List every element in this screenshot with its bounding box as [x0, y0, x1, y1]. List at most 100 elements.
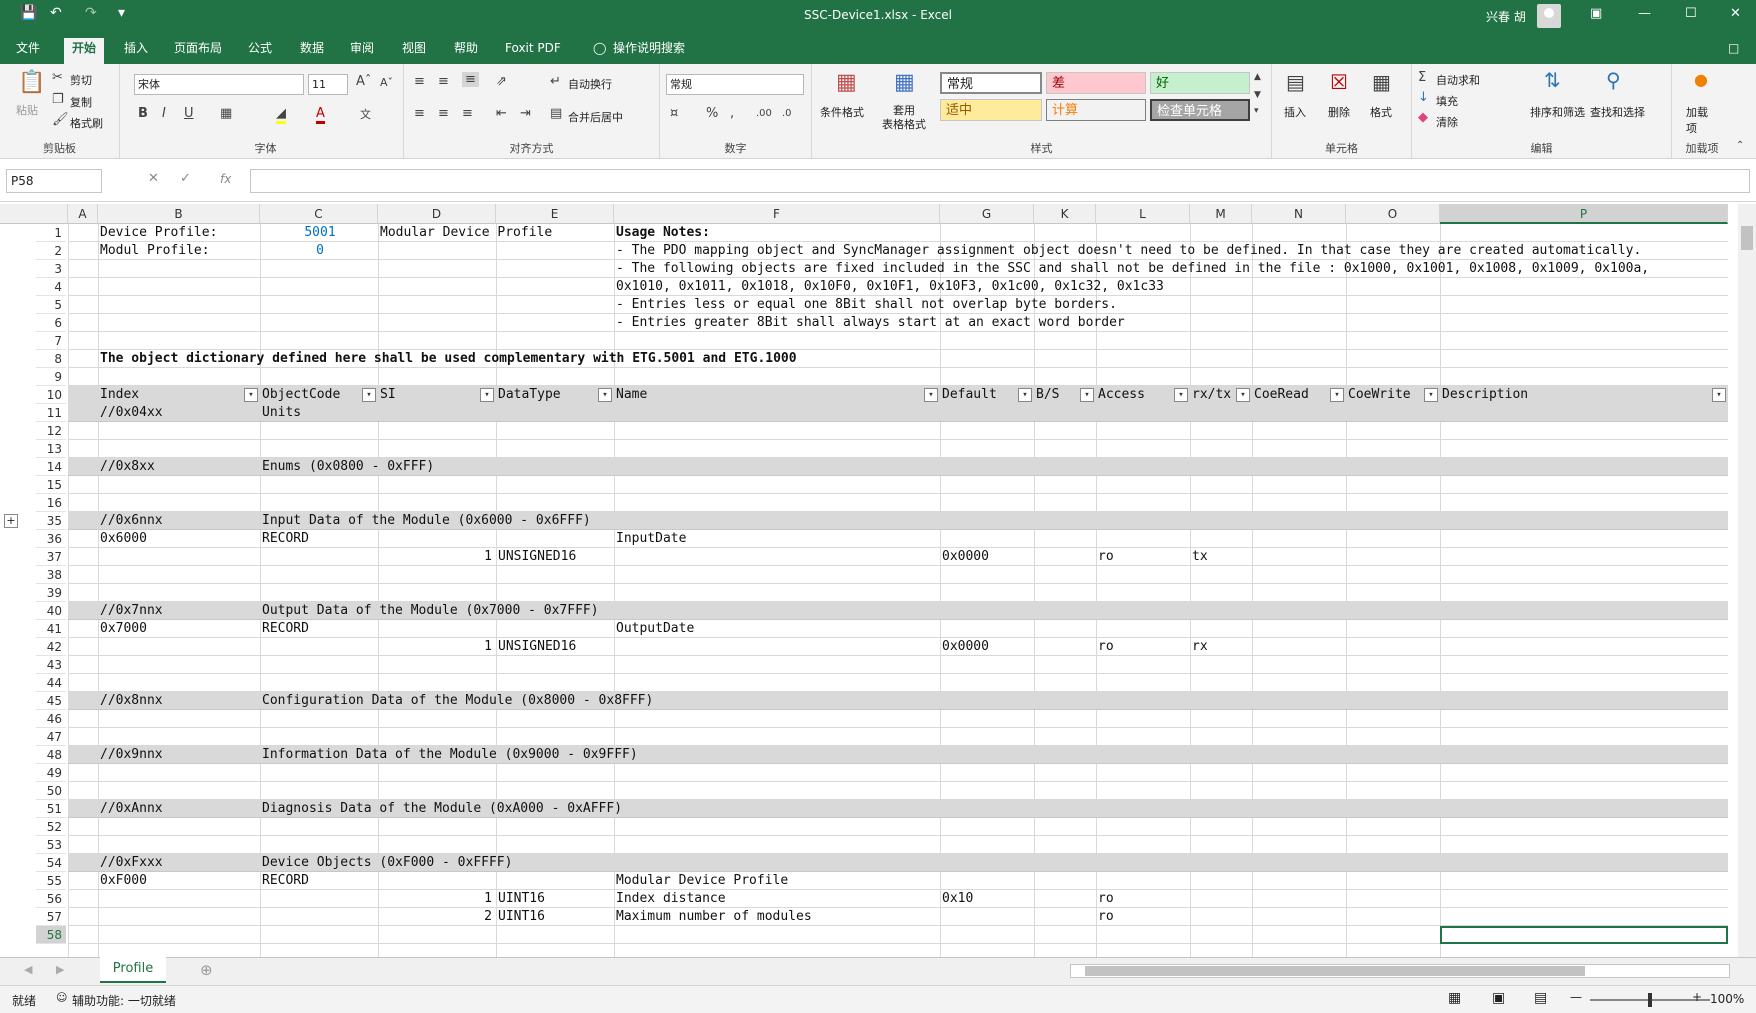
row-header-10[interactable]: 10 [36, 386, 66, 404]
style-good[interactable]: 好 [1150, 72, 1250, 94]
format-painter-icon[interactable]: 🖌 [52, 112, 69, 127]
format-as-table-icon[interactable]: ▦ [894, 70, 915, 95]
cell-f6[interactable]: - Entries greater 8Bit shall always star… [614, 314, 1125, 332]
wrap-text-icon[interactable]: ↵ [550, 74, 561, 89]
column-title-m[interactable]: rx/tx [1190, 386, 1231, 404]
decrease-font-icon[interactable]: Aˇ [380, 76, 393, 89]
row-header-38[interactable]: 38 [36, 566, 66, 584]
bold-icon[interactable]: B [138, 106, 148, 121]
column-header-a[interactable]: A [68, 204, 98, 224]
column-title-b[interactable]: Index [98, 386, 139, 404]
cell-c36[interactable]: RECORD [260, 530, 309, 548]
zoom-slider-thumb[interactable] [1648, 993, 1652, 1007]
cell-b36[interactable]: 0x6000 [98, 530, 147, 548]
format-painter-button[interactable]: 格式刷 [70, 115, 103, 131]
collapse-ribbon-icon[interactable]: ⌃ [1736, 140, 1744, 151]
cell-e42[interactable]: UNSIGNED16 [496, 638, 576, 656]
row-header-15[interactable]: 15 [36, 476, 66, 494]
row-header-37[interactable]: 37 [36, 548, 66, 566]
row-header-40[interactable]: 40 [36, 602, 66, 620]
cell-m37[interactable]: tx [1190, 548, 1208, 566]
column-title-l[interactable]: Access [1096, 386, 1145, 404]
tell-me-search[interactable]: 操作说明搜索 [605, 38, 693, 64]
insert-function-button[interactable]: fx [220, 172, 231, 186]
accounting-icon[interactable]: ¤ [670, 106, 678, 121]
cell-d57[interactable]: 2 [378, 908, 496, 926]
column-header-d[interactable]: D [378, 204, 496, 224]
cell-b8[interactable]: The object dictionary defined here shall… [98, 350, 797, 368]
cell-c51[interactable]: Diagnosis Data of the Module (0xA000 - 0… [260, 800, 622, 818]
style-bad[interactable]: 差 [1046, 72, 1146, 94]
maximize-icon[interactable]: ☐ [1685, 6, 1697, 21]
cell-l37[interactable]: ro [1096, 548, 1114, 566]
next-sheet-icon[interactable]: ▶ [56, 963, 64, 976]
page-layout-view-icon[interactable]: ▣ [1492, 990, 1505, 1006]
addin-button[interactable]: 加载项 [1686, 104, 1710, 136]
filter-dropdown-icon[interactable]: ▾ [480, 388, 494, 402]
ribbon-display-icon[interactable]: ▣ [1590, 6, 1602, 21]
cell-f1[interactable]: Usage Notes: [614, 224, 710, 242]
cell-d42[interactable]: 1 [378, 638, 496, 656]
cell-f36[interactable]: InputDate [614, 530, 686, 548]
align-top-icon[interactable]: ≡ [414, 74, 425, 89]
select-all-corner[interactable] [0, 204, 68, 224]
cell-m42[interactable]: rx [1190, 638, 1208, 656]
align-middle-icon[interactable]: ≡ [438, 74, 449, 89]
cell-b41[interactable]: 0x7000 [98, 620, 147, 638]
close-icon[interactable]: ✕ [1730, 6, 1741, 21]
autosum-button[interactable]: 自动求和 [1436, 72, 1480, 88]
selected-cell[interactable] [1440, 926, 1728, 944]
outline-expand-button[interactable]: + [4, 514, 18, 528]
cell-c2[interactable]: 0 [260, 242, 378, 260]
styles-scroll-up-icon[interactable]: ▲ [1254, 72, 1261, 82]
cell-b1[interactable]: Device Profile: [98, 224, 217, 242]
row-header-36[interactable]: 36 [36, 530, 66, 548]
cell-b48[interactable]: //0x9nnx [98, 746, 163, 764]
row-header-49[interactable]: 49 [36, 764, 66, 782]
cell-f5[interactable]: - Entries less or equal one 8Bit shall n… [614, 296, 1117, 314]
row-header-44[interactable]: 44 [36, 674, 66, 692]
percent-icon[interactable]: % [706, 106, 718, 121]
column-title-d[interactable]: SI [378, 386, 396, 404]
style-calculation[interactable]: 计算 [1046, 99, 1146, 121]
horizontal-scrollbar[interactable] [1070, 964, 1730, 978]
row-header-1[interactable]: 1 [36, 224, 66, 242]
avatar[interactable] [1537, 4, 1561, 28]
cell-e37[interactable]: UNSIGNED16 [496, 548, 576, 566]
conditional-format-button[interactable]: 条件格式 [820, 104, 864, 120]
style-normal[interactable]: 常规 [940, 72, 1042, 94]
tab-file[interactable]: 文件 [8, 38, 48, 64]
row-header-55[interactable]: 55 [36, 872, 66, 890]
filter-dropdown-icon[interactable]: ▾ [1236, 388, 1250, 402]
row-header-39[interactable]: 39 [36, 584, 66, 602]
cell-b55[interactable]: 0xF000 [98, 872, 147, 890]
merge-center-button[interactable]: 合并后居中 [568, 109, 623, 125]
cell-c45[interactable]: Configuration Data of the Module (0x8000… [260, 692, 653, 710]
column-title-e[interactable]: DataType [496, 386, 561, 404]
cell-c48[interactable]: Information Data of the Module (0x9000 -… [260, 746, 638, 764]
font-name-select[interactable]: 宋体 [134, 74, 304, 95]
insert-cells-button[interactable]: 插入 [1284, 104, 1306, 120]
filter-dropdown-icon[interactable]: ▾ [244, 388, 258, 402]
name-box[interactable]: P58 [6, 169, 102, 193]
cell-c35[interactable]: Input Data of the Module (0x6000 - 0x6FF… [260, 512, 591, 530]
row-header-54[interactable]: 54 [36, 854, 66, 872]
tab-formulas[interactable]: 公式 [240, 38, 280, 64]
row-header-16[interactable]: 16 [36, 494, 66, 512]
row-header-11[interactable]: 11 [36, 404, 66, 422]
row-header-51[interactable]: 51 [36, 800, 66, 818]
row-header-4[interactable]: 4 [36, 278, 66, 296]
cell-c40[interactable]: Output Data of the Module (0x7000 - 0x7F… [260, 602, 599, 620]
cell-b35[interactable]: //0x6nnx [98, 512, 163, 530]
column-header-g[interactable]: G [940, 204, 1034, 224]
formula-input[interactable] [250, 169, 1750, 193]
filter-dropdown-icon[interactable]: ▾ [1712, 388, 1726, 402]
row-header-58[interactable]: 58 [36, 926, 66, 944]
find-select-button[interactable]: 查找和选择 [1590, 104, 1645, 120]
column-header-e[interactable]: E [496, 204, 614, 224]
filter-dropdown-icon[interactable]: ▾ [1080, 388, 1094, 402]
column-title-k[interactable]: B/S [1034, 386, 1059, 404]
accessibility-status[interactable]: 辅助功能: 一切就绪 [72, 992, 176, 1009]
cell-f2[interactable]: - The PDO mapping object and SyncManager… [614, 242, 1641, 260]
phonetic-icon[interactable]: 文 [360, 106, 371, 122]
